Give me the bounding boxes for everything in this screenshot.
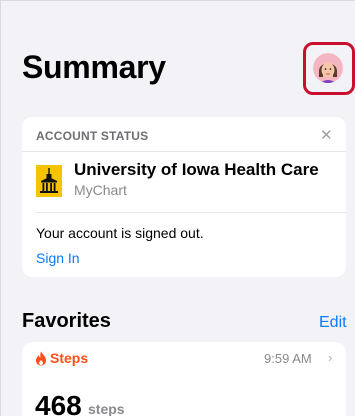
account-status-message: Your account is signed out. (36, 225, 204, 241)
close-icon[interactable]: ✕ (320, 126, 333, 144)
steps-timestamp: 9:59 AM (264, 351, 312, 366)
avatar[interactable] (313, 53, 343, 83)
old-capitol-icon (40, 168, 58, 193)
card-divider (36, 212, 346, 213)
university-logo-icon (36, 165, 62, 197)
chevron-right-icon: › (328, 350, 333, 365)
steps-card[interactable]: Steps 9:59 AM › 468 steps (22, 342, 346, 416)
organization-name: University of Iowa Health Care (74, 160, 319, 179)
header-divider (22, 151, 346, 152)
favorites-title: Favorites (22, 310, 111, 332)
account-status-card: ACCOUNT STATUS ✕ University of Iowa Heal… (22, 117, 346, 277)
page-title: Summary (22, 49, 166, 85)
screen: Summary ACCOUNT STATUS ✕ University of I… (0, 0, 355, 416)
steps-label: Steps (50, 350, 89, 366)
account-status-header: ACCOUNT STATUS (36, 129, 149, 143)
app-name: MyChart (74, 182, 127, 198)
flame-icon (36, 351, 46, 366)
sign-in-link[interactable]: Sign In (36, 250, 80, 266)
steps-unit: steps (88, 401, 125, 416)
steps-value: 468 (35, 390, 82, 416)
memoji-avatar-icon (313, 53, 343, 83)
edit-favorites-button[interactable]: Edit (319, 314, 347, 332)
